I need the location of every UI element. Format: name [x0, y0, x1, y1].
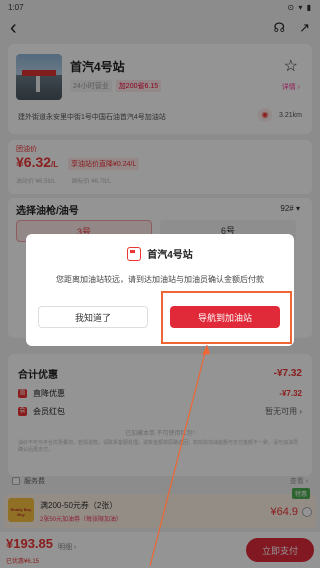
annotation-arrow [149, 344, 210, 567]
